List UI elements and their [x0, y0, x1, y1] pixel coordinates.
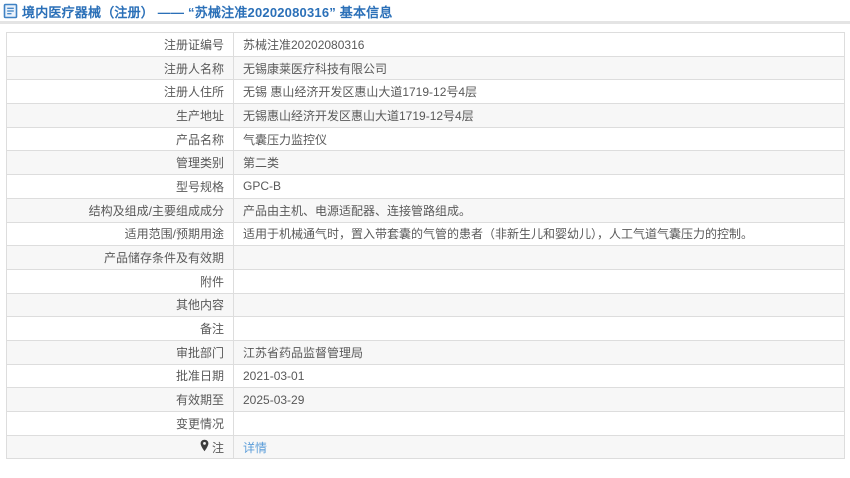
- table-row: 变更情况: [6, 411, 845, 436]
- row-label: 结构及组成/主要组成成分: [6, 197, 234, 223]
- row-label: 批准日期: [6, 363, 234, 389]
- row-label: 有效期至: [6, 387, 234, 412]
- row-value: 适用于机械通气时，置入带套囊的气管的患者（非新生儿和婴幼儿），人工气道气囊压力的…: [233, 221, 845, 247]
- row-value: [233, 316, 845, 341]
- page-header: 境内医疗器械（注册） —— “苏械注准20202080316” 基本信息: [0, 0, 850, 21]
- row-label: 生产地址: [6, 103, 234, 128]
- row-value: 2025-03-29: [233, 387, 845, 412]
- table-row: 其他内容: [6, 292, 845, 318]
- row-label: 型号规格: [6, 174, 234, 199]
- table-row: 有效期至 2025-03-29: [6, 387, 845, 412]
- row-value: 无锡康莱医疗科技有限公司: [233, 55, 845, 81]
- details-link[interactable]: 详情: [243, 441, 267, 455]
- table-row: 型号规格 GPC-B: [6, 174, 845, 199]
- table-row: 注 详情: [6, 434, 845, 460]
- row-value: 产品由主机、电源适配器、连接管路组成。: [233, 197, 845, 223]
- row-label: 审批部门: [6, 339, 234, 365]
- row-value: 2021-03-01: [233, 363, 845, 389]
- row-label: 其他内容: [6, 292, 234, 318]
- row-label-note: 注: [6, 434, 234, 460]
- table-row: 结构及组成/主要组成成分 产品由主机、电源适配器、连接管路组成。: [6, 197, 845, 223]
- row-label: 备注: [6, 316, 234, 341]
- row-value: 无锡惠山经济开发区惠山大道1719-12号4层: [233, 103, 845, 128]
- row-value: [233, 411, 845, 436]
- row-label: 变更情况: [6, 411, 234, 436]
- table-row: 注册人名称 无锡康莱医疗科技有限公司: [6, 55, 845, 81]
- basic-info-table: 注册证编号 苏械注准20202080316 注册人名称 无锡康莱医疗科技有限公司…: [6, 32, 845, 460]
- table-row: 产品名称 气囊压力监控仪: [6, 126, 845, 152]
- row-value: 苏械注准20202080316: [233, 32, 845, 57]
- row-value: [233, 245, 845, 270]
- table-row: 附件: [6, 268, 845, 294]
- note-label: 注: [211, 440, 224, 455]
- row-label: 产品储存条件及有效期: [6, 245, 234, 270]
- row-value: [233, 292, 845, 318]
- page-title: 境内医疗器械（注册） —— “苏械注准20202080316” 基本信息: [22, 4, 393, 20]
- row-label: 适用范围/预期用途: [6, 221, 234, 247]
- row-value: GPC-B: [233, 174, 845, 199]
- table-row: 注册人住所 无锡 惠山经济开发区惠山大道1719-12号4层: [6, 79, 845, 105]
- row-value-note: 详情: [233, 434, 845, 460]
- row-label: 产品名称: [6, 126, 234, 152]
- row-value: 气囊压力监控仪: [233, 126, 845, 152]
- table-row: 适用范围/预期用途 适用于机械通气时，置入带套囊的气管的患者（非新生儿和婴幼儿）…: [6, 221, 845, 247]
- table-row: 产品储存条件及有效期: [6, 245, 845, 270]
- row-label: 注册人名称: [6, 55, 234, 81]
- table-row: 生产地址 无锡惠山经济开发区惠山大道1719-12号4层: [6, 103, 845, 128]
- row-value: [233, 268, 845, 294]
- row-label: 注册人住所: [6, 79, 234, 105]
- row-label: 管理类别: [6, 150, 234, 176]
- row-value: 第二类: [233, 150, 845, 176]
- row-value: 江苏省药品监督管理局: [233, 339, 845, 365]
- table-row: 审批部门 江苏省药品监督管理局: [6, 339, 845, 365]
- header-divider: [0, 21, 850, 24]
- row-label: 注册证编号: [6, 32, 234, 57]
- table-row: 批准日期 2021-03-01: [6, 363, 845, 389]
- pin-icon: [199, 439, 210, 455]
- row-label: 附件: [6, 268, 234, 294]
- table-row: 注册证编号 苏械注准20202080316: [6, 32, 845, 57]
- document-icon: [3, 3, 18, 19]
- row-value: 无锡 惠山经济开发区惠山大道1719-12号4层: [233, 79, 845, 105]
- table-row: 备注: [6, 316, 845, 341]
- table-row: 管理类别 第二类: [6, 150, 845, 176]
